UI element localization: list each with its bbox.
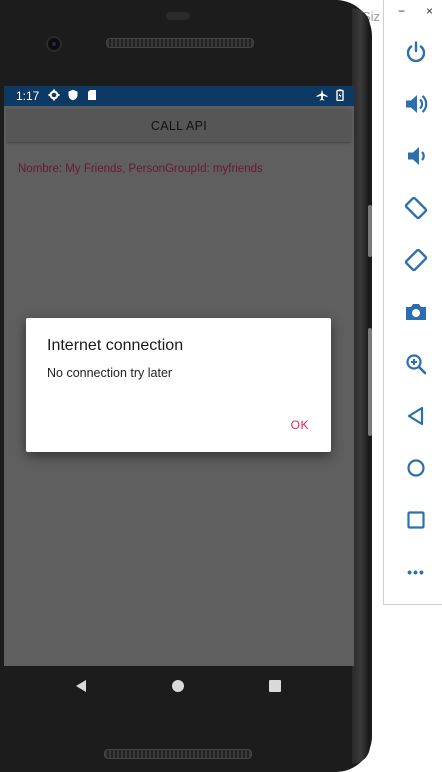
volume-up-icon — [406, 95, 428, 113]
overview-button[interactable] — [402, 506, 430, 534]
rotate-left-button[interactable] — [402, 194, 430, 222]
top-slot — [166, 12, 190, 20]
camera-icon — [406, 304, 426, 320]
rotate-left-icon — [404, 196, 428, 220]
power-icon — [406, 41, 426, 63]
person-group-result-text: Nombre: My Friends, PersonGroupId: myfri… — [18, 163, 263, 175]
side-power-button — [368, 205, 372, 257]
zoom-button[interactable] — [402, 350, 430, 378]
more-icon: ••• — [407, 564, 425, 580]
dialog-message: No connection try later — [47, 366, 173, 380]
call-api-button[interactable]: CALL API — [7, 109, 351, 142]
sd-card-icon — [88, 90, 96, 100]
side-volume-button — [368, 328, 372, 436]
alert-dialog: Internet connection No connection try la… — [26, 318, 331, 452]
volume-up-button[interactable] — [402, 90, 430, 118]
nav-home-icon[interactable] — [172, 680, 184, 692]
dialog-title: Internet connection — [47, 337, 184, 354]
overview-icon — [407, 511, 425, 529]
front-camera — [46, 36, 62, 52]
phone-frame: 1:17 CALL API Nombre: My Friends, Person… — [0, 0, 372, 772]
zoom-icon — [406, 354, 427, 375]
emulator-toolbar: − × ••• — [383, 0, 442, 605]
rotate-right-icon — [404, 248, 428, 272]
airplane-mode-icon — [316, 89, 328, 101]
volume-down-button[interactable] — [402, 142, 430, 170]
bottom-speaker — [104, 749, 252, 759]
status-bar: 1:17 — [4, 86, 354, 106]
nav-overview-icon[interactable] — [269, 680, 281, 692]
home-button[interactable] — [402, 454, 430, 482]
back-icon — [407, 406, 424, 426]
settings-gear-icon — [48, 89, 60, 101]
shield-icon — [68, 89, 78, 101]
nav-back-icon[interactable] — [74, 679, 88, 693]
status-time: 1:17 — [16, 89, 40, 103]
rotate-right-button[interactable] — [402, 246, 430, 274]
close-button[interactable]: × — [426, 4, 433, 18]
minimize-button[interactable]: − — [398, 4, 405, 18]
more-button[interactable]: ••• — [402, 558, 430, 586]
battery-icon — [336, 89, 344, 101]
dialog-ok-button[interactable]: OK — [285, 414, 315, 436]
device-screen: 1:17 CALL API Nombre: My Friends, Person… — [4, 86, 354, 666]
power-button[interactable] — [402, 38, 430, 66]
earpiece-speaker — [106, 38, 254, 48]
volume-down-icon — [408, 147, 425, 165]
screenshot-button[interactable] — [402, 298, 430, 326]
back-button[interactable] — [402, 402, 430, 430]
home-icon — [407, 459, 425, 477]
